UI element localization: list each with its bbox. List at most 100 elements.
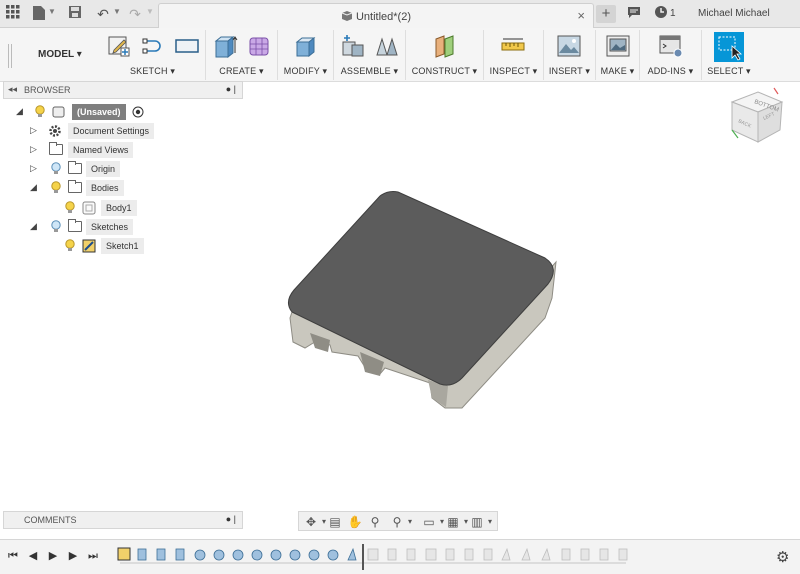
press-pull-icon[interactable] [293, 33, 319, 59]
comments-pin-icon[interactable]: ● | [226, 514, 236, 524]
create-menu[interactable]: CREATE ▾ [206, 66, 277, 77]
expanded-arrow-icon[interactable]: ◢ [30, 182, 40, 194]
timeline-play-icon[interactable]: ▶ [46, 549, 60, 563]
collapsed-arrow-icon[interactable]: ▷ [30, 163, 40, 175]
zoom-icon[interactable]: ⚲ [367, 514, 383, 530]
timeline-suppressed-feature [580, 548, 590, 561]
collapsed-arrow-icon[interactable]: ▷ [30, 144, 40, 156]
new-tab-button[interactable]: + [596, 5, 616, 23]
browser-header[interactable]: ◂◂ BROWSER ● | [3, 81, 243, 99]
model-body[interactable] [270, 180, 570, 420]
visibility-bulb-icon[interactable] [50, 220, 62, 234]
timeline-first-icon[interactable]: ⏮ [6, 549, 20, 563]
browser-pin-icon[interactable]: ● | [226, 84, 236, 94]
close-tab-icon[interactable]: × [577, 8, 585, 23]
assemble-menu[interactable]: ASSEMBLE ▾ [334, 66, 405, 77]
comment-icon[interactable] [625, 5, 643, 23]
visibility-bulb-icon[interactable] [34, 105, 46, 119]
timeline: ⏮ ◀ ▶ ▶ ⏭ ⚙ [0, 539, 800, 574]
look-at-icon[interactable]: ▤ [327, 514, 343, 530]
timeline-suppressed-feature [501, 547, 511, 561]
timeline-suppressed-feature [425, 548, 437, 561]
visibility-bulb-icon[interactable] [64, 239, 76, 253]
timeline-fillet-feature [194, 549, 206, 561]
inspect-group: INSPECT ▾ [484, 30, 544, 80]
timeline-suppressed-feature [387, 548, 397, 561]
timeline-extrude-feature [137, 548, 147, 561]
undo-caret-icon[interactable]: ▼ [113, 7, 121, 16]
browser-item-sketches[interactable]: ◢ Sketches [30, 219, 140, 235]
joint-icon[interactable] [374, 33, 400, 59]
timeline-next-icon[interactable]: ▶ [66, 549, 80, 563]
viewports-caret-icon[interactable]: ▾ [482, 514, 498, 530]
app-grid-icon[interactable] [4, 5, 22, 23]
insert-menu[interactable]: INSERT ▾ [544, 66, 595, 77]
collapse-browser-icon[interactable]: ◂◂ [8, 84, 17, 95]
rectangle-icon[interactable] [174, 33, 200, 59]
form-icon[interactable] [246, 33, 272, 59]
insert-group: INSERT ▾ [544, 30, 596, 80]
modify-menu[interactable]: MODIFY ▾ [278, 66, 333, 77]
insert-image-icon[interactable] [556, 33, 582, 59]
fit-caret-icon[interactable]: ▾ [402, 514, 418, 530]
document-tab[interactable]: Untitled*(2) × [158, 3, 594, 28]
redo-icon[interactable]: ↷ [126, 5, 144, 23]
create-sketch-icon[interactable] [106, 33, 132, 59]
assemble-group: ASSEMBLE ▾ [334, 30, 406, 80]
expanded-arrow-icon[interactable]: ◢ [30, 221, 40, 233]
timeline-suppressed-feature [561, 548, 571, 561]
comments-panel-header[interactable]: COMMENTS ● | [3, 511, 243, 529]
timeline-track[interactable] [116, 546, 636, 566]
construct-menu[interactable]: CONSTRUCT ▾ [406, 66, 483, 77]
browser-root-label[interactable]: (Unsaved) [72, 104, 126, 120]
collapsed-arrow-icon[interactable]: ▷ [30, 125, 40, 137]
workspace-switcher[interactable]: MODEL ▾ [22, 32, 98, 76]
browser-root-row[interactable]: ◢ (Unsaved) [16, 104, 156, 120]
job-count[interactable]: 1 [670, 8, 676, 19]
browser-item-bodies[interactable]: ◢ Bodies [30, 180, 130, 196]
activate-radio-icon[interactable] [132, 106, 144, 118]
timeline-last-icon[interactable]: ⏭ [86, 549, 100, 563]
addins-menu[interactable]: ADD-INS ▾ [640, 66, 701, 77]
browser-item-body1[interactable]: Body1 [62, 200, 142, 216]
sketch-menu[interactable]: SKETCH ▾ [100, 66, 205, 77]
toolbar-grip[interactable] [8, 44, 12, 68]
3d-print-icon[interactable] [605, 33, 631, 59]
measure-icon[interactable] [500, 33, 526, 59]
inspect-menu[interactable]: INSPECT ▾ [484, 66, 543, 77]
timeline-suppressed-feature [521, 547, 531, 561]
visibility-bulb-icon[interactable] [50, 162, 62, 176]
browser-item-origin[interactable]: ▷ Origin [30, 161, 130, 177]
visibility-bulb-icon[interactable] [64, 201, 76, 215]
offset-plane-icon[interactable] [432, 33, 458, 59]
line-icon[interactable] [140, 33, 166, 59]
navigation-bar: ✥ ▾ ▤ ✋ ⚲ ⚲ ▾ ▭ ▾ ▦ ▾ ▥ ▾ [298, 511, 498, 531]
redo-caret-icon[interactable]: ▼ [146, 7, 154, 16]
browser-item-named-views[interactable]: ▷ Named Views [30, 142, 140, 158]
undo-icon[interactable]: ↶ [94, 5, 112, 23]
job-status-icon[interactable] [652, 5, 670, 23]
user-name[interactable]: Michael Michael [698, 8, 770, 19]
viewcube[interactable]: BOTTOM BACK LEFT [724, 84, 788, 148]
pan-icon[interactable]: ✋ [347, 514, 363, 530]
expanded-arrow-icon[interactable]: ◢ [16, 106, 26, 118]
save-icon[interactable] [66, 5, 84, 23]
browser-item-label: Document Settings [68, 123, 155, 139]
browser-item-sketch1[interactable]: Sketch1 [62, 238, 152, 254]
timeline-previous-icon[interactable]: ◀ [26, 549, 40, 563]
make-menu[interactable]: MAKE ▾ [596, 66, 639, 77]
timeline-fillet-feature [270, 549, 282, 561]
file-menu-caret-icon[interactable]: ▼ [48, 7, 56, 16]
sketch-icon [82, 239, 96, 253]
timeline-settings-gear-icon[interactable]: ⚙ [776, 548, 789, 566]
extrude-icon[interactable] [213, 33, 239, 59]
select-menu[interactable]: SELECT ▾ [702, 66, 756, 77]
new-component-icon[interactable] [340, 33, 366, 59]
select-tool-icon[interactable] [714, 32, 744, 62]
file-icon[interactable] [30, 5, 48, 23]
browser-item-document-settings[interactable]: ▷ Document Settings [30, 123, 160, 139]
visibility-bulb-icon[interactable] [50, 181, 62, 195]
body-icon [82, 201, 96, 215]
scripts-addins-icon[interactable] [658, 33, 684, 59]
timeline-marker[interactable] [362, 544, 364, 570]
